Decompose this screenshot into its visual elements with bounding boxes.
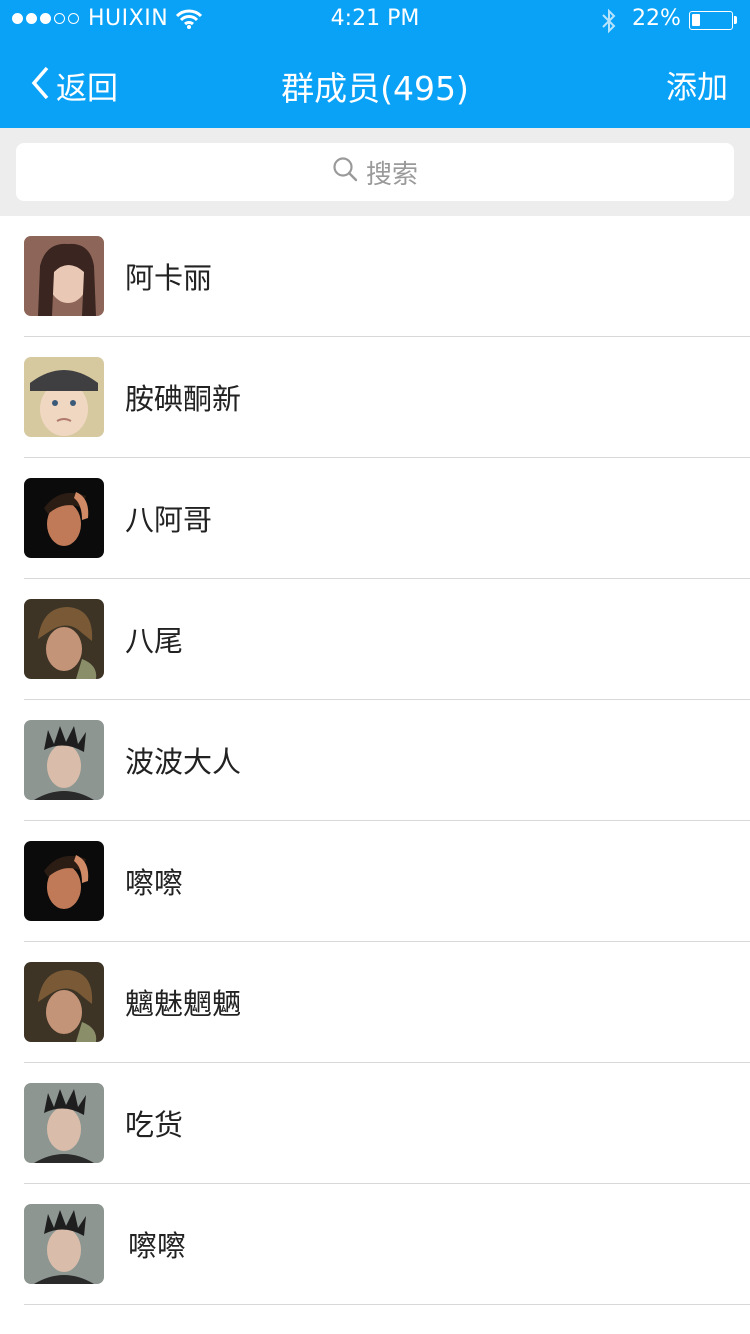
- avatar: [24, 478, 104, 558]
- member-name: 嚓嚓: [128, 1229, 187, 1263]
- header: HUIXIN 4:21 PM 22% 返回 群成员(495) 添加: [0, 0, 750, 128]
- member-name: 胺碘酮新: [125, 382, 242, 416]
- battery-percent: 22%: [632, 6, 681, 31]
- avatar: [24, 357, 104, 437]
- member-list: 阿卡丽 胺碘酮新 八阿哥 八尾 波波大人 嚓嚓 魑魅魍魉 吃货 嚓嚓: [0, 216, 750, 1305]
- battery-tip: [734, 16, 737, 24]
- list-item[interactable]: 嚓嚓: [0, 1184, 750, 1305]
- list-item[interactable]: 八尾: [0, 579, 750, 700]
- list-item[interactable]: 阿卡丽: [0, 216, 750, 337]
- bluetooth-icon: [600, 8, 618, 38]
- add-member-button[interactable]: 添加: [666, 62, 728, 107]
- list-item[interactable]: 波波大人: [0, 700, 750, 821]
- status-bar: HUIXIN 4:21 PM 22%: [0, 0, 750, 42]
- list-item[interactable]: 胺碘酮新: [0, 337, 750, 458]
- list-item[interactable]: 吃货: [0, 1063, 750, 1184]
- search-icon: [332, 156, 358, 189]
- avatar: [24, 962, 104, 1042]
- avatar: [24, 236, 104, 316]
- member-name: 八阿哥: [125, 503, 213, 537]
- page-title: 群成员(495): [281, 69, 469, 108]
- list-item[interactable]: 魑魅魍魉: [0, 942, 750, 1063]
- search-bar: 搜索: [0, 128, 750, 216]
- search-placeholder: 搜索: [365, 159, 418, 190]
- list-item[interactable]: 八阿哥: [0, 458, 750, 579]
- avatar: [24, 1083, 104, 1163]
- member-name: 波波大人: [125, 745, 242, 779]
- avatar: [24, 599, 104, 679]
- search-input[interactable]: 搜索: [16, 143, 734, 201]
- list-item[interactable]: 嚓嚓: [0, 821, 750, 942]
- member-name: 八尾: [125, 624, 184, 658]
- avatar: [24, 720, 104, 800]
- battery-icon: [689, 11, 733, 30]
- member-name: 嚓嚓: [125, 866, 184, 900]
- member-name: 吃货: [125, 1108, 184, 1142]
- member-name: 阿卡丽: [125, 261, 213, 295]
- member-name: 魑魅魍魉: [125, 987, 242, 1021]
- nav-bar: 返回 群成员(495) 添加: [0, 42, 750, 128]
- avatar: [24, 841, 104, 921]
- avatar: [24, 1204, 104, 1284]
- divider: [24, 1304, 750, 1305]
